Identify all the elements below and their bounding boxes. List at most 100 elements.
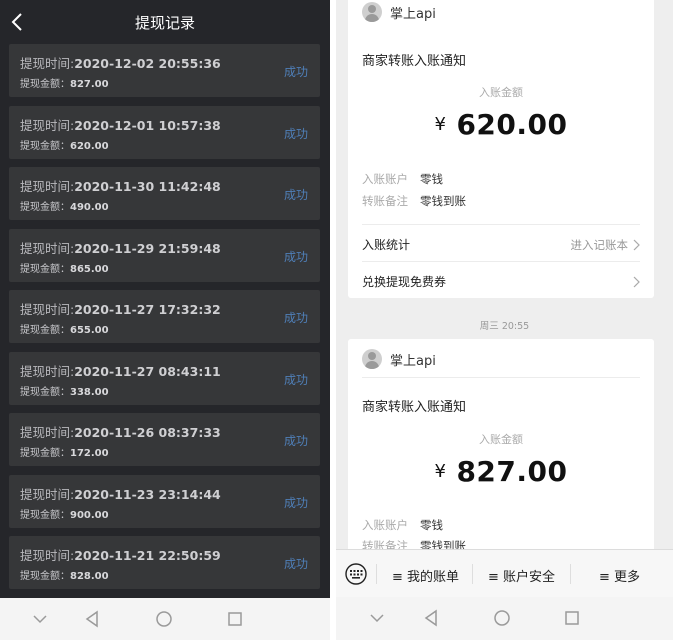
record-time-value: 2020-11-27 08:43:11 xyxy=(74,363,221,379)
record-amount-value: 172.00 xyxy=(70,448,109,459)
record-amount: 提现金额：828.00 xyxy=(20,567,109,582)
notice-title: 商家转账入账通知 xyxy=(362,400,467,415)
coupon-row[interactable]: 兑换提现免费券 xyxy=(362,273,640,290)
wechat-pay-chat: 掌上api 商家转账入账通知 入账金额 ¥620.00 入账账户 零钱 转账备注零… xyxy=(336,0,673,640)
avatar xyxy=(362,349,382,369)
record-amount: 提现金额：865.00 xyxy=(20,260,109,275)
menu-account-security[interactable]: ≡ 账户安全 xyxy=(488,566,555,585)
record-amount: 提现金额：900.00 xyxy=(20,506,109,521)
stats-label: 入账统计 xyxy=(362,238,411,252)
record-row[interactable]: 提现时间:2020-11-21 22:50:59 提现金额：828.00 成功 xyxy=(9,536,320,589)
amount-value: ¥827.00 xyxy=(348,455,654,488)
record-time-label: 提现时间: xyxy=(20,302,75,317)
record-row[interactable]: 提现时间:2020-11-29 21:59:48 提现金额：865.00 成功 xyxy=(9,228,320,282)
record-amount: 提现金额：490.00 xyxy=(20,198,109,213)
record-row[interactable]: 提现时间:2020-12-01 10:57:38 提现金额：620.00 成功 xyxy=(9,105,320,159)
record-status: 成功 xyxy=(283,65,308,79)
record-time-value: 2020-11-29 21:59:48 xyxy=(74,240,221,256)
currency-symbol: ¥ xyxy=(434,461,447,482)
record-time-label: 提现时间: xyxy=(20,425,75,440)
account-row: 入账账户 零钱 xyxy=(362,171,443,187)
record-time-value: 2020-11-26 08:37:33 xyxy=(74,425,221,440)
sender-row: 掌上api xyxy=(362,2,436,22)
amount-label: 入账金额 xyxy=(479,433,523,446)
record-time: 提现时间:2020-11-30 11:42:48 xyxy=(20,176,221,195)
amount-number: 827.00 xyxy=(456,455,568,488)
nav-down-icon[interactable] xyxy=(29,608,51,630)
record-row[interactable]: 提现时间:2020-11-26 08:37:33 提现金额：172.00 成功 xyxy=(9,413,320,466)
record-status: 成功 xyxy=(283,126,308,141)
record-status: 成功 xyxy=(283,249,308,264)
nav-back-icon[interactable] xyxy=(82,608,104,630)
record-amount: 提现金额：827.00 xyxy=(20,75,109,90)
transfer-notice-card[interactable]: 掌上api 商家转账入账通知 入账金额 ¥827.00 入账账户 零钱 转账备注零… xyxy=(348,339,654,569)
nav-recents-icon[interactable] xyxy=(224,608,246,630)
message-timestamp: 周三 20:55 xyxy=(479,321,530,332)
record-status: 成功 xyxy=(283,372,308,387)
record-amount-value: 620.00 xyxy=(70,140,109,152)
nav-home-icon[interactable] xyxy=(491,607,513,629)
record-time-value: 2020-11-21 22:50:59 xyxy=(74,548,221,563)
record-amount: 提现金额：172.00 xyxy=(20,444,109,459)
amount-value: ¥620.00 xyxy=(348,108,654,141)
currency-symbol: ¥ xyxy=(434,114,447,135)
record-time: 提现时间:2020-11-29 21:59:48 xyxy=(20,238,221,257)
account-label: 入账账户 xyxy=(362,172,408,186)
record-time-value: 2020-12-01 10:57:38 xyxy=(74,117,221,133)
system-nav-bar xyxy=(336,597,673,640)
record-time: 提现时间:2020-11-23 23:14:44 xyxy=(20,484,221,503)
record-row[interactable]: 提现时间:2020-11-23 23:14:44 提现金额：900.00 成功 xyxy=(9,474,320,528)
record-amount-value: 490.00 xyxy=(70,202,109,213)
stats-hint: 进入记账本 xyxy=(570,237,629,252)
coupon-label: 兑换提现免费券 xyxy=(362,275,447,289)
stats-row[interactable]: 入账统计 进入记账本 xyxy=(362,236,640,253)
nav-home-icon[interactable] xyxy=(153,608,175,630)
back-arrow-icon[interactable] xyxy=(8,12,28,32)
record-time-value: 2020-11-23 23:14:44 xyxy=(74,486,221,502)
record-row[interactable]: 提现时间:2020-12-02 20:55:36 提现金额：827.00 成功 xyxy=(9,44,320,97)
record-time-label: 提现时间: xyxy=(20,363,75,379)
divider xyxy=(472,564,473,584)
divider xyxy=(362,261,640,262)
record-time: 提现时间:2020-11-27 17:32:32 xyxy=(20,299,221,318)
record-time-label: 提现时间: xyxy=(20,56,75,71)
record-amount-value: 655.00 xyxy=(70,325,109,336)
record-time-label: 提现时间: xyxy=(20,486,75,502)
amount-number: 620.00 xyxy=(456,108,568,141)
record-time-label: 提现时间: xyxy=(20,179,75,194)
sender-row: 掌上api xyxy=(362,349,436,369)
record-amount-label: 提现金额： xyxy=(20,509,70,521)
divider xyxy=(570,564,571,584)
record-row[interactable]: 提现时间:2020-11-27 08:43:11 提现金额：338.00 成功 xyxy=(9,351,320,405)
record-amount-label: 提现金额： xyxy=(20,263,70,275)
withdraw-records-screen: 提现记录 提现时间:2020-12-02 20:55:36 提现金额：827.00… xyxy=(0,0,330,640)
menu-more[interactable]: ≡ 更多 xyxy=(599,566,640,585)
notice-title: 商家转账入账通知 xyxy=(362,54,467,69)
remark-row: 转账备注 零钱到账 xyxy=(362,193,466,209)
keyboard-icon[interactable] xyxy=(345,563,367,585)
service-menu-bar: ≡ 我的账单 ≡ 账户安全 ≡ 更多 xyxy=(336,549,673,598)
page-title: 提现记录 xyxy=(134,13,195,32)
record-amount-value: 338.00 xyxy=(70,386,109,398)
record-row[interactable]: 提现时间:2020-11-30 11:42:48 提现金额：490.00 成功 xyxy=(9,167,320,220)
nav-down-icon[interactable] xyxy=(366,607,388,629)
nav-recents-icon[interactable] xyxy=(561,607,583,629)
record-amount-label: 提现金额： xyxy=(20,571,70,582)
divider xyxy=(362,224,640,225)
record-status: 成功 xyxy=(283,434,308,448)
record-status: 成功 xyxy=(283,188,308,202)
menu-my-bills[interactable]: ≡ 我的账单 xyxy=(392,566,459,585)
divider xyxy=(376,564,377,584)
record-time-label: 提现时间: xyxy=(20,240,75,256)
record-amount-label: 提现金额： xyxy=(20,386,70,398)
record-amount-value: 828.00 xyxy=(70,571,109,582)
record-amount: 提现金额：338.00 xyxy=(20,383,109,398)
record-row[interactable]: 提现时间:2020-11-27 17:32:32 提现金额：655.00 成功 xyxy=(9,290,320,343)
records-list[interactable]: 提现时间:2020-12-02 20:55:36 提现金额：827.00 成功 提现时… xyxy=(0,44,330,598)
record-time-value: 2020-12-02 20:55:36 xyxy=(74,56,221,71)
chevron-right-icon xyxy=(633,239,640,250)
nav-back-icon[interactable] xyxy=(421,607,443,629)
record-amount-label: 提现金额： xyxy=(20,325,70,336)
transfer-notice-card[interactable]: 掌上api 商家转账入账通知 入账金额 ¥620.00 入账账户 零钱 转账备注零… xyxy=(348,0,654,298)
record-time: 提现时间:2020-12-01 10:57:38 xyxy=(20,115,221,134)
